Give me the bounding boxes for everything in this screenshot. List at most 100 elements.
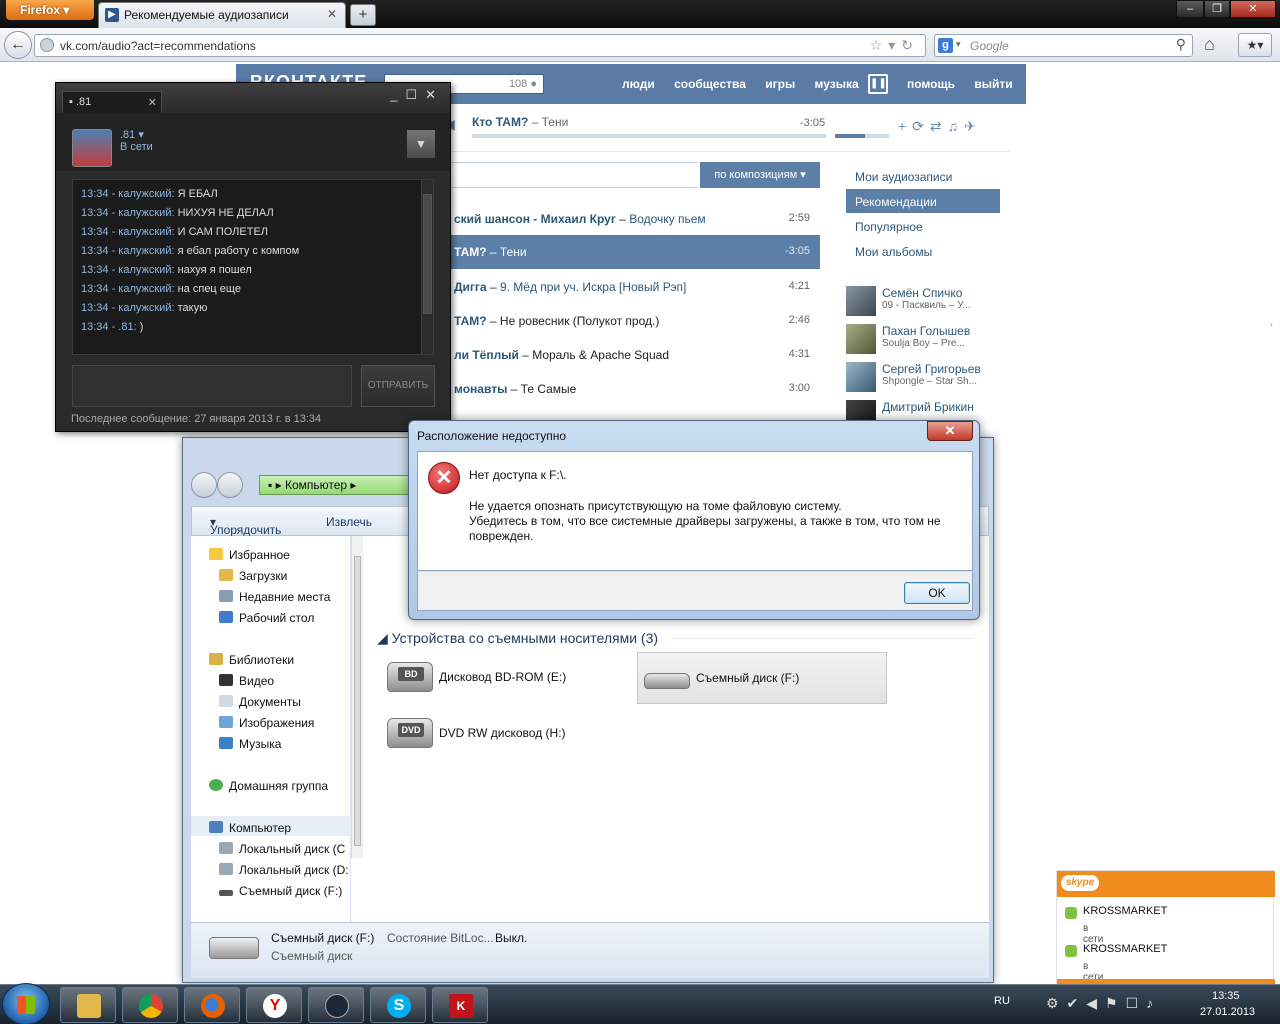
chrome-icon — [139, 994, 163, 1018]
firefox-icon — [201, 994, 225, 1018]
nav-downloads[interactable]: Загрузки — [219, 569, 287, 583]
chat-tab[interactable]: ▪ .81 ✕ — [62, 91, 162, 113]
taskbar-yandex[interactable]: Y — [246, 987, 302, 1023]
tray-icons[interactable]: ⚙✔◀⚑☐♪ — [1046, 995, 1161, 1012]
friend-item[interactable]: Семён Спичко 09 - Пасквиль – У... — [846, 286, 1006, 324]
nav-images[interactable]: Изображения — [219, 716, 314, 730]
usb-drive-icon — [644, 673, 690, 689]
chat-window-controls[interactable]: _☐✕ — [390, 87, 444, 103]
organize-button[interactable]: Упорядочить ▾ — [210, 515, 281, 537]
search-icon[interactable]: ⚲ — [1176, 36, 1186, 53]
track-row[interactable]: ли Тёплый – Мораль & Apache Squad 4:31 — [440, 338, 820, 372]
chat-tab-close-icon[interactable]: ✕ — [148, 96, 157, 109]
contact-nick[interactable]: .81 ▾ — [120, 128, 144, 141]
clock-date[interactable]: 27.01.2013 — [1200, 1006, 1255, 1018]
nav-libraries[interactable]: Библиотеки — [209, 653, 294, 667]
nav-local-c[interactable]: Локальный диск (C — [219, 842, 345, 856]
nav-people[interactable]: люди — [622, 77, 655, 91]
url-bar[interactable]: vk.com/audio?act=recommendations ☆▾↻ — [34, 34, 926, 57]
taskbar-kaspersky[interactable]: K — [432, 987, 488, 1023]
nav-logout[interactable]: выйти — [974, 77, 1012, 91]
nav-communities[interactable]: сообщества — [674, 77, 746, 91]
nav-documents[interactable]: Документы — [219, 695, 301, 709]
taskbar-skype[interactable]: S — [370, 987, 426, 1023]
chat-menu-button[interactable]: ▼ — [406, 129, 436, 159]
send-button[interactable]: ОТПРАВИТЬ — [361, 365, 435, 407]
side-popular[interactable]: Популярное — [846, 214, 1000, 238]
close-window-button[interactable]: ✕ — [1230, 0, 1276, 18]
nav-homegroup[interactable]: Домашняя группа — [209, 779, 328, 793]
friend-item[interactable]: Сергей Григорьев Shpongle – Star Sh... — [846, 362, 1006, 400]
scroll-arrow-icon[interactable]: › — [1270, 320, 1273, 329]
track-row[interactable]: ТАМ? – Не ровесник (Полукот прод.) 2:46 — [440, 304, 820, 338]
nav-music[interactable]: Музыка — [219, 737, 281, 751]
nav-music[interactable]: музыка — [815, 77, 859, 91]
nav-favorites[interactable]: Избранное — [209, 548, 290, 562]
start-button[interactable] — [2, 983, 50, 1024]
engine-dropdown-icon[interactable]: ▾ — [956, 39, 961, 50]
nav-desktop[interactable]: Рабочий стол — [219, 611, 314, 625]
minimize-button[interactable]: – — [1176, 0, 1204, 18]
drive-removable-f[interactable]: Съемный диск (F:) — [637, 652, 887, 704]
language-indicator[interactable]: RU — [994, 995, 1010, 1007]
avatar[interactable] — [72, 129, 112, 167]
home-icon[interactable]: ⌂ — [1204, 34, 1215, 55]
nav-games[interactable]: игры — [765, 77, 795, 91]
chat-message-input[interactable] — [72, 365, 352, 407]
player-progress[interactable] — [472, 134, 826, 138]
drive-bd-rom[interactable]: BD Дисковод BD-ROM (E:) — [381, 652, 631, 704]
track-row[interactable]: монавты – Те Самые 3:00 — [440, 372, 820, 406]
taskbar-chrome[interactable] — [122, 987, 178, 1023]
taskbar-explorer[interactable] — [60, 987, 116, 1023]
group-header-removable[interactable]: ◢ Устройства со съемными носителями (3) — [377, 630, 658, 647]
chat-scrollbar[interactable] — [421, 180, 433, 354]
tab-close-icon[interactable]: ✕ — [327, 7, 337, 21]
site-identity-icon[interactable] — [40, 38, 54, 52]
side-recommendations[interactable]: Рекомендации — [846, 189, 1000, 213]
taskbar: Y S K RU ⚙✔◀⚑☐♪ 13:35 27.01.2013 — [0, 983, 1280, 1024]
back-button[interactable]: ← — [4, 31, 32, 59]
nav-removable-f[interactable]: Съемный диск (F:) — [219, 884, 342, 898]
google-engine-icon[interactable]: g — [938, 38, 953, 53]
header-pause-button[interactable]: ❚❚ — [868, 74, 888, 94]
system-tray: RU ⚙✔◀⚑☐♪ 13:35 27.01.2013 — [986, 985, 1280, 1024]
search-sort-select[interactable]: по композициям ▾ — [700, 162, 820, 188]
yandex-browser-icon: Y — [263, 994, 287, 1018]
nav-help[interactable]: помощь — [907, 77, 955, 91]
player-time: -3:05 — [800, 117, 826, 129]
bookmarks-button[interactable]: ★▾ — [1238, 33, 1272, 57]
firefox-menu-button[interactable]: Firefox ▾ — [6, 0, 94, 20]
player-controls-icons[interactable]: +⟳⇄♫✈ — [898, 118, 982, 135]
nav-local-d[interactable]: Локальный диск (D: — [219, 863, 349, 877]
maximize-button[interactable]: ❐ — [1204, 0, 1230, 18]
avatar[interactable] — [846, 362, 876, 392]
drive-dvd-rw[interactable]: DVD DVD RW дисковод (H:) — [381, 708, 631, 760]
avatar[interactable] — [846, 324, 876, 354]
taskbar-firefox[interactable] — [184, 987, 240, 1023]
track-row[interactable]: ский шансон - Михаил Круг – Водочку пьем… — [440, 202, 820, 236]
side-my-audio[interactable]: Мои аудиозаписи — [846, 164, 1000, 188]
track-row[interactable]: Дигга – 9. Мёд при уч. Искра [Новый Рэп]… — [440, 270, 820, 304]
audio-search-input[interactable] — [440, 162, 698, 188]
ok-button[interactable]: OK — [904, 582, 970, 604]
explorer-back-forward[interactable] — [191, 472, 247, 498]
track-row-playing[interactable]: ТАМ? – Тени -3:05 — [440, 235, 820, 269]
address-bar[interactable]: ▪ ▸ Компьютер ▸ — [259, 475, 409, 495]
new-tab-button[interactable]: + — [350, 4, 376, 26]
nav-computer[interactable]: Компьютер — [191, 816, 351, 836]
clock-time[interactable]: 13:35 — [1212, 990, 1240, 1002]
avatar[interactable] — [846, 286, 876, 316]
side-albums[interactable]: Мои альбомы — [846, 239, 1000, 263]
taskbar-steam[interactable] — [308, 987, 364, 1023]
player-volume[interactable] — [835, 134, 889, 138]
urlbar-controls[interactable]: ☆▾↻ — [870, 37, 919, 54]
nav-recent[interactable]: Недавние места — [219, 590, 330, 604]
dialog-close-button[interactable]: ✕ — [927, 421, 973, 441]
nav-video[interactable]: Видео — [219, 674, 274, 688]
eject-button[interactable]: Извлечь — [326, 515, 372, 529]
friend-item[interactable]: Пахан Голышев Soulja Boy – Pre... — [846, 324, 1006, 362]
page-scrollbar[interactable]: › — [1268, 62, 1280, 910]
search-bar[interactable]: g ▾ Google ⚲ — [934, 34, 1193, 57]
nav-pane-scrollbar[interactable] — [351, 536, 363, 858]
browser-tab[interactable]: ▶ Рекомендуемые аудиозаписи ✕ — [98, 2, 346, 28]
